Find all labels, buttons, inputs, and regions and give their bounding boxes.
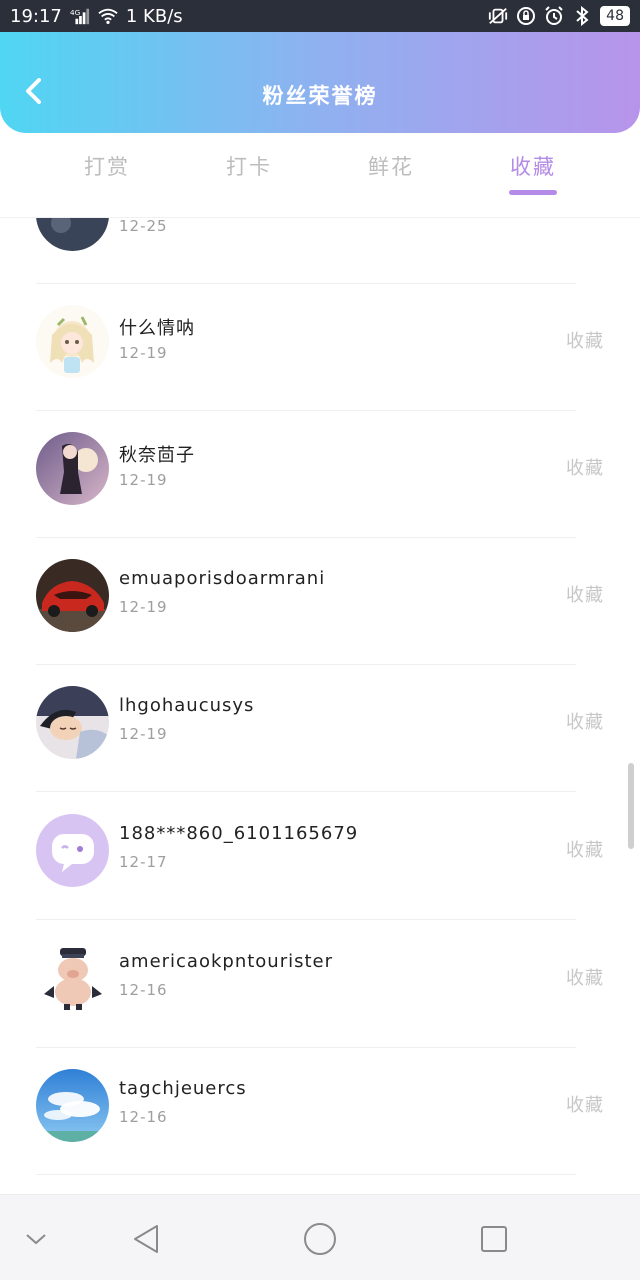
list-item-date: 12-19 bbox=[119, 344, 168, 362]
fan-list[interactable]: 12-25 什么情呐 12-19 收藏 秋奈茴子 12-19 收藏 emuapo… bbox=[0, 217, 640, 1192]
tab-bar: 打赏 打卡 鲜花 收藏 bbox=[0, 133, 640, 217]
list-item[interactable]: 188***860_6101165679 12-17 收藏 bbox=[0, 793, 640, 920]
list-item-name: 什么情呐 bbox=[119, 318, 195, 339]
divider bbox=[36, 1174, 576, 1175]
nav-recents-button[interactable] bbox=[474, 1219, 514, 1259]
list-item-date: 12-25 bbox=[119, 217, 168, 235]
nav-home-button[interactable] bbox=[300, 1219, 340, 1259]
list-item-date: 12-19 bbox=[119, 471, 168, 489]
square-recents-icon bbox=[481, 1226, 507, 1252]
cartoon-pig-avatar bbox=[36, 942, 109, 1015]
active-tab-indicator bbox=[509, 190, 557, 195]
hide-nav-button[interactable] bbox=[16, 1219, 56, 1259]
list-item[interactable]: lhgohaucusys 12-19 收藏 bbox=[0, 665, 640, 792]
night-girl-avatar bbox=[36, 432, 109, 505]
list-item-date: 12-17 bbox=[119, 853, 168, 871]
favorite-action-label[interactable]: 收藏 bbox=[566, 454, 604, 480]
sleeping-boy-avatar bbox=[36, 686, 109, 759]
status-time: 19:17 bbox=[10, 5, 62, 27]
bluetooth-icon bbox=[572, 6, 592, 26]
favorite-action-label[interactable]: 收藏 bbox=[566, 964, 604, 990]
status-left: 19:17 4G 1 KB/s bbox=[10, 6, 183, 27]
list-item-name: tagchjeuercs bbox=[119, 1078, 247, 1099]
list-item[interactable]: 秋奈茴子 12-19 收藏 bbox=[0, 411, 640, 538]
chevron-down-icon bbox=[26, 1234, 46, 1245]
cellular-signal-icon: 4G bbox=[70, 6, 90, 26]
sky-clouds-avatar bbox=[36, 1069, 109, 1142]
list-item-name: emuaporisdoarmrani bbox=[119, 568, 326, 589]
svg-text:4G: 4G bbox=[70, 8, 81, 17]
favorite-action-label[interactable]: 收藏 bbox=[566, 327, 604, 353]
favorite-action-label[interactable]: 收藏 bbox=[566, 1091, 604, 1117]
divider bbox=[36, 791, 576, 792]
system-nav-bar bbox=[0, 1194, 640, 1280]
list-item-date: 12-16 bbox=[119, 981, 168, 999]
wifi-icon bbox=[98, 6, 118, 26]
favorite-action-label[interactable]: 收藏 bbox=[566, 708, 604, 734]
nav-back-button[interactable] bbox=[126, 1219, 166, 1259]
red-car-avatar bbox=[36, 559, 109, 632]
tab-flowers[interactable]: 鲜花 bbox=[331, 151, 451, 181]
list-item[interactable]: 12-25 bbox=[0, 217, 640, 284]
list-item-date: 12-19 bbox=[119, 598, 168, 616]
list-item[interactable]: americaokpntourister 12-16 收藏 bbox=[0, 921, 640, 1048]
list-item[interactable]: tagchjeuercs 12-16 收藏 bbox=[0, 1048, 640, 1175]
tab-favorites[interactable]: 收藏 bbox=[473, 151, 593, 181]
list-item-date: 12-19 bbox=[119, 725, 168, 743]
network-speed: 1 KB/s bbox=[125, 5, 183, 27]
list-item[interactable]: emuaporisdoarmrani 12-19 收藏 bbox=[0, 538, 640, 665]
header: 粉丝荣誉榜 bbox=[0, 32, 640, 133]
list-item-name: americaokpntourister bbox=[119, 951, 334, 972]
anime-girl-avatar bbox=[36, 305, 109, 378]
list-item-date: 12-16 bbox=[119, 1108, 168, 1126]
status-bar: 19:17 4G 1 KB/s 48 bbox=[0, 0, 640, 32]
status-right: 48 bbox=[488, 6, 630, 26]
tab-tips[interactable]: 打赏 bbox=[47, 151, 167, 181]
triangle-back-icon bbox=[134, 1225, 158, 1253]
list-item-name: 秋奈茴子 bbox=[119, 445, 195, 466]
favorite-action-label[interactable]: 收藏 bbox=[566, 836, 604, 862]
lock-rotation-icon bbox=[516, 6, 536, 26]
page-title: 粉丝荣誉榜 bbox=[262, 84, 378, 108]
scrollbar[interactable] bbox=[628, 763, 634, 849]
alarm-icon bbox=[544, 6, 564, 26]
favorite-action-label[interactable]: 收藏 bbox=[566, 581, 604, 607]
list-item-name: 188***860_6101165679 bbox=[119, 823, 359, 844]
list-item-name: lhgohaucusys bbox=[119, 695, 255, 716]
list-item[interactable]: 什么情呐 12-19 收藏 bbox=[0, 284, 640, 411]
tab-checkin[interactable]: 打卡 bbox=[189, 151, 309, 181]
avatar bbox=[36, 218, 109, 251]
default-chat-avatar bbox=[36, 814, 109, 887]
vibrate-mute-icon bbox=[488, 6, 508, 26]
circle-home-icon bbox=[304, 1223, 336, 1255]
battery-indicator: 48 bbox=[600, 6, 630, 26]
divider bbox=[36, 919, 576, 920]
